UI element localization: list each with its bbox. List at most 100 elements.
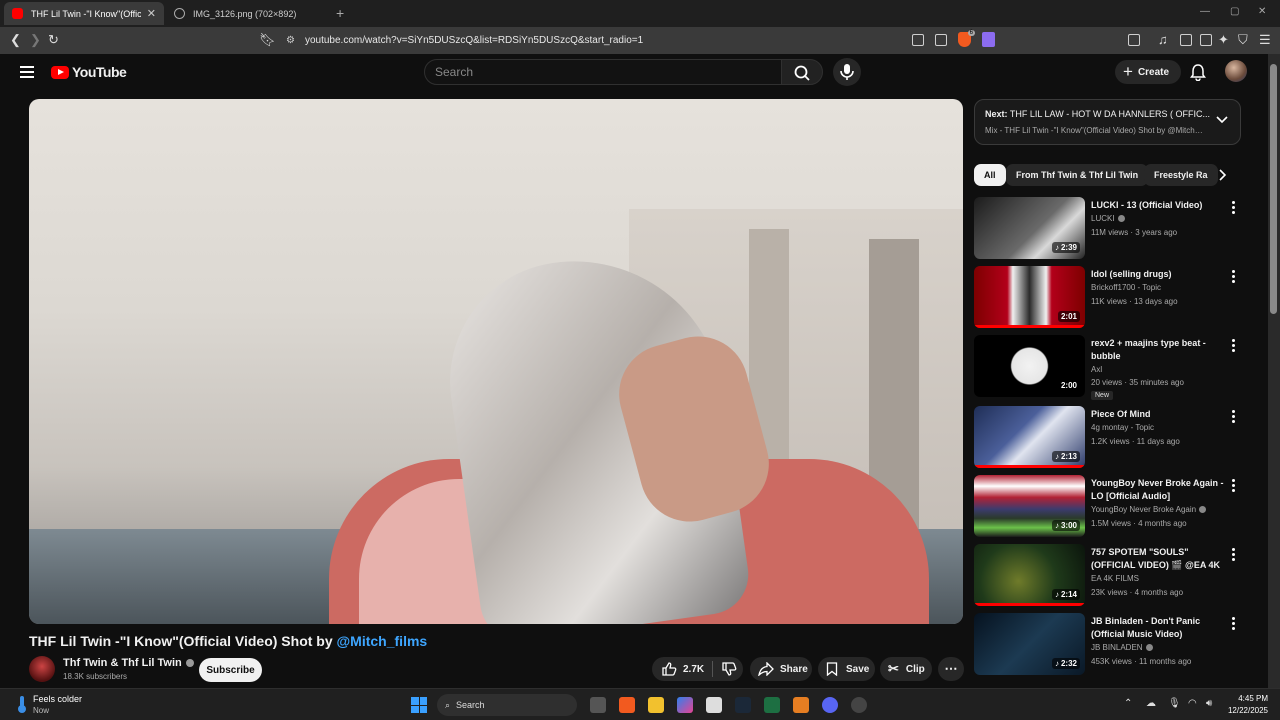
wifi-icon[interactable]: ◠ bbox=[1188, 698, 1197, 709]
chevron-down-icon[interactable] bbox=[1216, 116, 1228, 124]
search-input[interactable] bbox=[424, 59, 782, 85]
recommendation-item[interactable]: 2:01 Idol (selling drugs) Brickoff1700 -… bbox=[974, 266, 1242, 330]
video-thumbnail[interactable]: 2:01 bbox=[974, 266, 1085, 328]
more-vertical-icon[interactable] bbox=[1232, 617, 1236, 632]
recommendation-item[interactable]: ♪ 3:00 YoungBoy Never Broke Again - LO [O… bbox=[974, 475, 1242, 539]
recommendation-title[interactable]: 757 SPOTEM "SOULS" (OFFICIAL VIDEO) 🎬 @E… bbox=[1091, 546, 1225, 572]
taskbar-search[interactable]: ⌕ Search bbox=[437, 694, 577, 716]
recommendation-title[interactable]: Piece Of Mind bbox=[1091, 408, 1225, 421]
task-view-icon[interactable] bbox=[590, 697, 606, 713]
scrollbar-thumb[interactable] bbox=[1270, 64, 1277, 314]
tab-search-icon[interactable] bbox=[1128, 34, 1140, 46]
recommendation-channel[interactable]: JB BINLADEN bbox=[1091, 643, 1153, 652]
file-explorer-icon[interactable] bbox=[648, 697, 664, 713]
microsoft-store-icon[interactable] bbox=[706, 697, 722, 713]
recommendation-item[interactable]: 2:00 rexv2 + maajins type beat - bubble … bbox=[974, 335, 1242, 400]
terminal-icon[interactable] bbox=[764, 697, 780, 713]
notifications-bell-icon[interactable] bbox=[1190, 63, 1206, 81]
video-thumbnail[interactable]: ♪ 2:13 bbox=[974, 406, 1085, 468]
video-thumbnail[interactable]: ♪ 3:00 bbox=[974, 475, 1085, 537]
recommendation-item[interactable]: ♪ 2:39 LUCKI - 13 (Official Video) LUCKI … bbox=[974, 197, 1242, 261]
tab-image[interactable]: IMG_3126.png (702×892) bbox=[166, 2, 326, 25]
recommendation-item[interactable]: ♪ 2:13 Piece Of Mind 4g montay - Topic 1.… bbox=[974, 406, 1242, 470]
tab-youtube[interactable]: THF Lil Twin -"I Know"(Officia ✕ bbox=[4, 2, 164, 25]
title-mention-link[interactable]: @Mitch_films bbox=[337, 633, 428, 649]
music-icon[interactable]: ♫ bbox=[1158, 32, 1168, 47]
recommendation-item[interactable]: ♪ 2:32 JB Binladen - Don't Panic (Officia… bbox=[974, 613, 1242, 677]
menu-icon[interactable]: ☰ bbox=[1259, 32, 1271, 48]
weather-title[interactable]: Feels colder bbox=[33, 694, 82, 704]
search-button[interactable] bbox=[781, 59, 823, 85]
sidebar-icon[interactable] bbox=[1180, 34, 1192, 46]
back-icon[interactable]: ❮ bbox=[10, 32, 21, 48]
recommendation-channel[interactable]: YoungBoy Never Broke Again bbox=[1091, 505, 1207, 514]
brave-browser-icon[interactable] bbox=[619, 697, 635, 713]
address-bar[interactable]: ⚙︎ youtube.com/watch?v=SiYn5DUSzcQ&list=… bbox=[278, 30, 1002, 51]
close-window-icon[interactable]: ✕ bbox=[1258, 6, 1266, 17]
youtube-logo[interactable]: YouTube bbox=[51, 64, 127, 80]
recommendation-title[interactable]: YoungBoy Never Broke Again - LO [Officia… bbox=[1091, 477, 1225, 503]
voice-search-button[interactable] bbox=[833, 58, 861, 86]
more-vertical-icon[interactable] bbox=[1232, 410, 1236, 425]
dislike-icon[interactable] bbox=[721, 661, 737, 677]
chip-all[interactable]: All bbox=[974, 164, 1006, 186]
account-avatar[interactable] bbox=[1225, 60, 1247, 82]
video-thumbnail[interactable]: 2:00 bbox=[974, 335, 1085, 397]
steam-icon[interactable] bbox=[735, 697, 751, 713]
bookmark-icon[interactable]: 🔖︎ bbox=[259, 32, 276, 48]
more-vertical-icon[interactable] bbox=[1232, 548, 1236, 563]
recommendation-channel[interactable]: Axl bbox=[1091, 365, 1102, 374]
recommendation-channel[interactable]: 4g montay - Topic bbox=[1091, 423, 1154, 432]
wallet-icon[interactable] bbox=[1200, 34, 1212, 46]
reload-icon[interactable]: ↻ bbox=[48, 32, 59, 48]
thermometer-icon[interactable] bbox=[14, 694, 30, 714]
recommendation-title[interactable]: Idol (selling drugs) bbox=[1091, 268, 1225, 281]
brave-rewards-icon[interactable] bbox=[982, 32, 995, 47]
recommendation-title[interactable]: rexv2 + maajins type beat - bubble bbox=[1091, 337, 1225, 363]
chip-freestyle-rap[interactable]: Freestyle Ra bbox=[1144, 164, 1218, 186]
share-page-icon[interactable] bbox=[935, 34, 947, 46]
video-thumbnail[interactable]: ♪ 2:32 bbox=[974, 613, 1085, 675]
chevron-right-icon[interactable] bbox=[1218, 168, 1228, 182]
recommendation-title[interactable]: JB Binladen - Don't Panic (Official Musi… bbox=[1091, 615, 1225, 641]
mix-next-up-panel[interactable]: Next: THF LIL LAW - HOT W DA HANNLERS ( … bbox=[974, 99, 1241, 145]
more-actions-button[interactable]: ⋯ bbox=[938, 657, 964, 681]
copilot-icon[interactable] bbox=[677, 697, 693, 713]
taskbar-clock[interactable]: 4:45 PM 12/22/2025 bbox=[1228, 693, 1268, 717]
channel-name[interactable]: Thf Twin & Thf Lil Twin bbox=[63, 657, 194, 669]
discord-icon[interactable] bbox=[822, 697, 838, 713]
more-vertical-icon[interactable] bbox=[1232, 479, 1236, 494]
forward-icon[interactable]: ❯ bbox=[30, 32, 41, 48]
video-player[interactable] bbox=[29, 99, 963, 624]
minimize-icon[interactable]: — bbox=[1200, 6, 1210, 17]
chatgpt-icon[interactable] bbox=[851, 697, 867, 713]
save-button[interactable]: Save bbox=[818, 657, 875, 681]
like-count[interactable]: 2.7K bbox=[683, 664, 704, 675]
create-button[interactable]: + Create bbox=[1115, 60, 1182, 84]
clip-button[interactable]: ✂ Clip bbox=[880, 657, 932, 681]
cast-icon[interactable] bbox=[912, 34, 924, 46]
microphone-icon[interactable]: 🎙︎ bbox=[1168, 698, 1181, 709]
brave-shields-icon[interactable]: 6 bbox=[958, 30, 975, 47]
channel-avatar[interactable] bbox=[29, 656, 55, 682]
site-info-icon[interactable]: ⚙︎ bbox=[286, 35, 295, 46]
windows-start-icon[interactable] bbox=[411, 697, 427, 713]
cloud-icon[interactable]: ☁ bbox=[1146, 698, 1156, 709]
chip-from-channel[interactable]: From Thf Twin & Thf Lil Twin bbox=[1006, 164, 1149, 186]
recommendation-channel[interactable]: LUCKI bbox=[1091, 214, 1125, 223]
recommendation-channel[interactable]: EA 4K FILMS bbox=[1091, 574, 1139, 583]
share-button[interactable]: Share bbox=[750, 657, 812, 681]
chevron-up-icon[interactable]: ⌃ bbox=[1124, 698, 1132, 709]
more-vertical-icon[interactable] bbox=[1232, 270, 1236, 285]
video-thumbnail[interactable]: ♪ 2:39 bbox=[974, 197, 1085, 259]
video-thumbnail[interactable]: ♪ 2:14 bbox=[974, 544, 1085, 606]
volume-icon[interactable]: 🔊︎ bbox=[1206, 698, 1212, 709]
vpn-icon[interactable]: ⛉ bbox=[1238, 32, 1248, 48]
more-vertical-icon[interactable] bbox=[1232, 201, 1236, 216]
recommendation-title[interactable]: LUCKI - 13 (Official Video) bbox=[1091, 199, 1225, 212]
leo-ai-icon[interactable]: ✦ bbox=[1218, 32, 1229, 48]
recommendation-item[interactable]: ♪ 2:14 757 SPOTEM "SOULS" (OFFICIAL VIDEO… bbox=[974, 544, 1242, 608]
guide-menu-icon[interactable] bbox=[20, 66, 34, 78]
maximize-icon[interactable]: ▢ bbox=[1230, 6, 1239, 17]
more-vertical-icon[interactable] bbox=[1232, 339, 1236, 354]
